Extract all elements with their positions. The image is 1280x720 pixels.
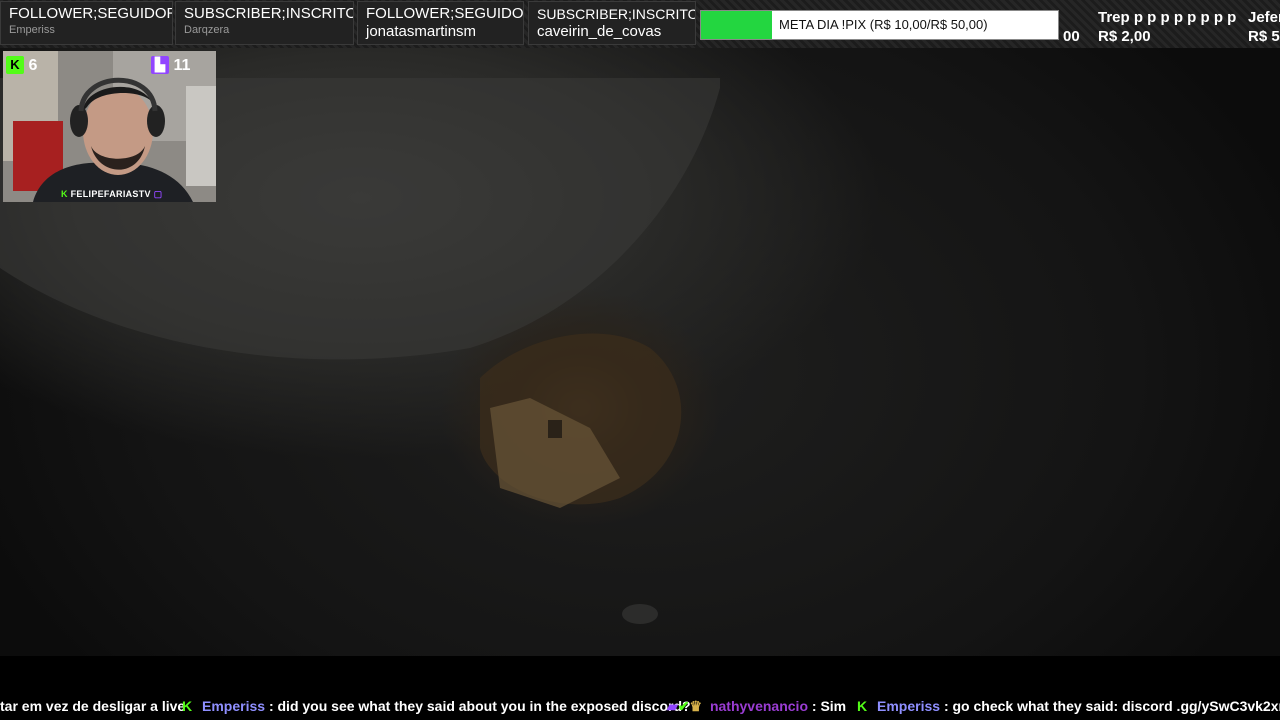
twitch-icon: ▙	[151, 56, 169, 74]
kick-viewer-count: K 6	[6, 56, 37, 76]
skull-object	[622, 604, 658, 624]
alert-type: SUBSCRIBER;INSCRITO	[537, 6, 696, 22]
chat-message: K Emperiss : did you see what they said …	[182, 697, 691, 715]
alert-follower-1: FOLLOWER;SEGUIDOR Emperiss	[0, 1, 173, 45]
chat-text: : go check what they said: discord .gg/y…	[943, 698, 1280, 714]
donation-item: Trep p p p p p p p p R$ 2,00	[1098, 8, 1236, 46]
alert-type: FOLLOWER;SEGUIDOR	[9, 5, 173, 22]
twitch-count: 11	[173, 57, 191, 74]
goal-progress-fill	[701, 11, 773, 39]
kick-icon: K	[6, 56, 24, 74]
kick-icon: K	[61, 189, 68, 199]
character-figure	[548, 420, 562, 438]
alert-subscriber-2: SUBSCRIBER;INSCRITO caveirin_de_covas	[528, 1, 696, 45]
donation-amount: R$ 5	[1248, 28, 1280, 45]
webcam-overlay: K 6 ▙ 11 K FELIPEFARIASTV ▢	[3, 51, 216, 202]
donation-item: Jefer R$ 5	[1248, 8, 1280, 46]
chat-message: ▰✔♛ nathyvenancio : Sim	[667, 697, 846, 715]
chat-user: Emperiss	[877, 698, 941, 714]
stream-top-bar: FOLLOWER;SEGUIDOR Emperiss SUBSCRIBER;IN…	[0, 0, 1280, 48]
alert-type: FOLLOWER;SEGUIDOR	[366, 5, 524, 22]
donation-name: Trep p p p p p p p p	[1098, 9, 1237, 26]
alert-name: jonatasmartinsm	[366, 23, 477, 40]
alert-name: caveirin_de_covas	[537, 23, 662, 40]
chat-text: : did you see what they said about you i…	[268, 698, 691, 714]
handle-text: FELIPEFARIASTV	[70, 189, 151, 199]
alert-name: Darqzera	[184, 24, 230, 36]
alert-follower-2: FOLLOWER;SEGUIDOR jonatasmartinsm	[357, 1, 524, 45]
donation-amount: 00	[1063, 28, 1080, 45]
goal-label: META DIA !PIX (R$ 10,00/R$ 50,00)	[779, 17, 988, 32]
kick-icon: K	[857, 698, 868, 714]
streamer-handle: K FELIPEFARIASTV ▢	[61, 189, 162, 200]
chat-text: : Sim	[811, 698, 847, 714]
twitch-viewer-count: ▙ 11	[151, 56, 190, 76]
donation-name: Jefer	[1248, 9, 1280, 26]
badges-icon: ▰✔♛	[667, 698, 703, 714]
kick-icon: K	[182, 698, 193, 714]
chat-user: Emperiss	[202, 698, 266, 714]
alert-name: Emperiss	[9, 24, 55, 36]
chat-ticker: tar em vez de desligar a live K Emperiss…	[0, 692, 1280, 720]
twitch-icon: ▢	[153, 189, 163, 199]
alert-subscriber-1: SUBSCRIBER;INSCRITO Darqzera	[175, 1, 354, 45]
donation-goal-bar: META DIA !PIX (R$ 10,00/R$ 50,00)	[700, 10, 1059, 40]
kick-count: 6	[28, 57, 38, 74]
alert-type: SUBSCRIBER;INSCRITO	[184, 5, 354, 22]
chat-message: tar em vez de desligar a live	[0, 697, 185, 715]
chat-message: K Emperiss : go check what they said: di…	[857, 697, 1280, 715]
donation-amount: R$ 2,00	[1098, 28, 1151, 45]
chat-user: nathyvenancio	[709, 698, 808, 714]
chat-text: tar em vez de desligar a live	[0, 698, 186, 714]
